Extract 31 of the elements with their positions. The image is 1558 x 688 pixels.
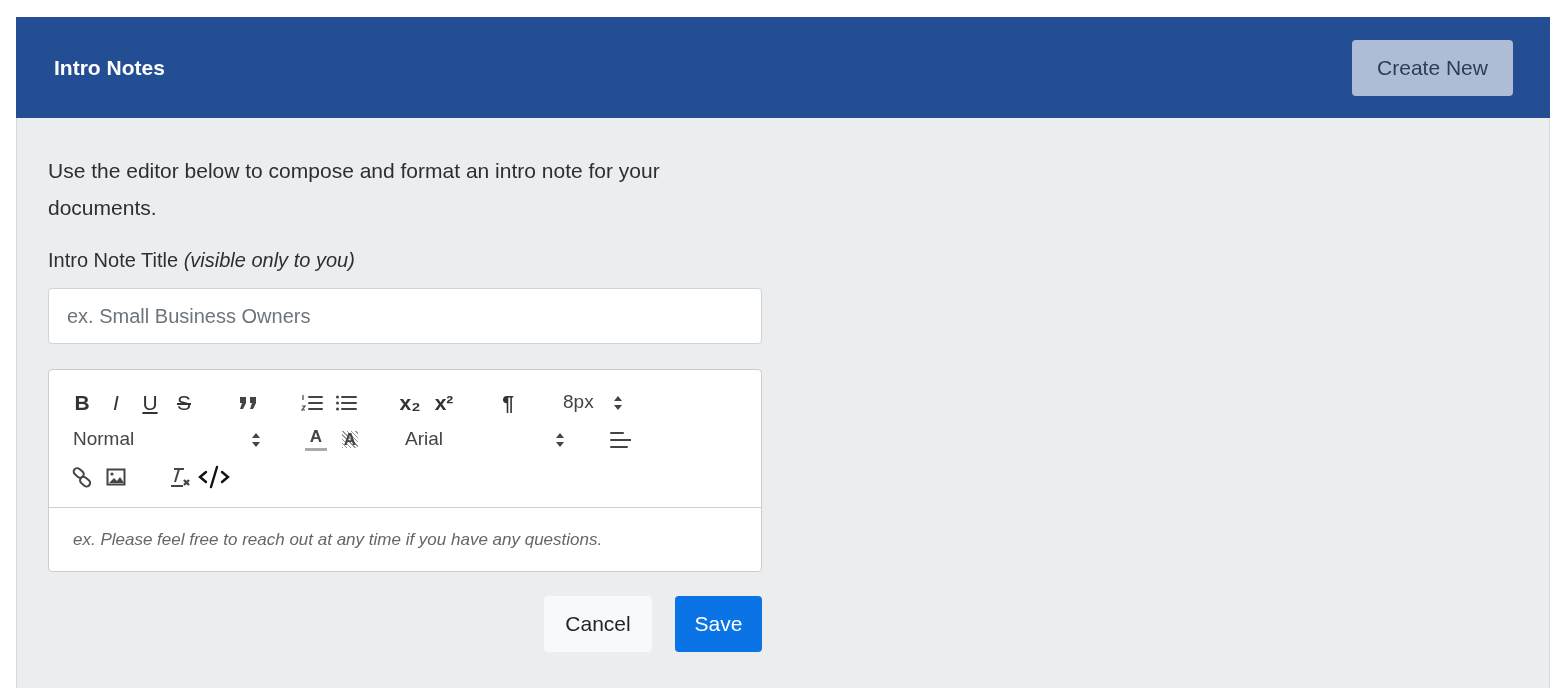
updown-caret-icon [555, 431, 565, 448]
direction-button[interactable]: ¶ [491, 387, 525, 418]
title-input-field[interactable]: ex. Small Business Owners [48, 288, 762, 344]
save-button[interactable]: Save [675, 596, 762, 652]
subscript-button[interactable]: x₂ [393, 387, 427, 418]
dropdown-picker[interactable]: Normal [65, 424, 269, 455]
code-icon[interactable] [198, 464, 230, 489]
superscript-button[interactable]: x² [427, 387, 461, 418]
italic-button[interactable]: I [99, 387, 133, 418]
quote-icon[interactable] [238, 395, 258, 410]
text-color-button[interactable]: A [299, 424, 333, 455]
description-text: Use the editor below to compose and format an intro note for your documents. [48, 158, 661, 221]
editor-area[interactable]: ex. Please feel free to reach out at any time if you have any questions. [49, 507, 761, 571]
align-left-icon[interactable] [609, 429, 631, 450]
bold-button[interactable]: B [65, 387, 99, 418]
highlight-color-button[interactable]: A [333, 424, 367, 455]
dropdown-picker[interactable]: Arial [397, 424, 573, 455]
updown-caret-icon [251, 431, 261, 448]
cancel-button[interactable]: Cancel [544, 596, 652, 652]
editor-placeholder: ex. Please feel free to reach out at any time if you have any questions. [73, 528, 603, 551]
link-icon[interactable] [71, 465, 93, 488]
field-label: Intro Note Title (visible only to you) [48, 248, 356, 273]
clear-format-icon[interactable] [168, 465, 192, 488]
underline-button[interactable]: U [133, 387, 167, 418]
updown-caret-icon [613, 394, 623, 411]
numbered-list-icon[interactable] [301, 392, 323, 413]
create-new-button[interactable]: Create New [1352, 39, 1513, 96]
image-icon[interactable] [106, 467, 126, 486]
dropdown-picker[interactable]: 8px [555, 387, 631, 418]
strike-button[interactable]: S [167, 387, 201, 418]
page-title: Intro Notes [54, 54, 165, 81]
